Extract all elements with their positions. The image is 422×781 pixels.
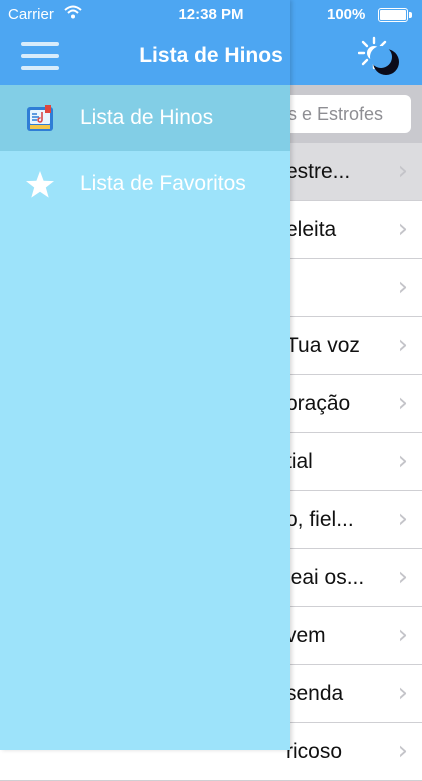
hymn-title: vem — [286, 624, 326, 647]
chevron-right-icon: › — [397, 446, 408, 476]
chevron-right-icon: › — [397, 620, 408, 650]
chevron-right-icon: › — [397, 504, 408, 534]
hymn-title: senda — [286, 682, 344, 705]
chevron-right-icon: › — [397, 678, 408, 708]
drawer-item-label: Lista de Hinos — [80, 106, 214, 129]
chevron-right-icon: › — [397, 562, 408, 592]
hymn-title: eleita — [286, 218, 337, 241]
chevron-right-icon: › — [397, 736, 408, 766]
hymn-title: tial — [286, 450, 313, 473]
chevron-right-icon: › — [397, 388, 408, 418]
chevron-right-icon: › — [397, 272, 408, 302]
hymn-title: Tua voz — [286, 334, 360, 357]
drawer-item-favorites[interactable]: Lista de Favoritos — [0, 151, 290, 217]
status-bar: Carrier 12:38 PM 100% — [0, 0, 422, 32]
drawer-item-label: Lista de Favoritos — [80, 172, 246, 195]
battery-percentage: 100% — [327, 6, 366, 23]
hymn-title: estre... — [286, 160, 351, 183]
star-icon — [26, 171, 54, 198]
chevron-right-icon: › — [397, 156, 408, 186]
chevron-right-icon: › — [397, 330, 408, 360]
hymn-title: jeai os... — [286, 566, 365, 589]
hymn-title — [286, 259, 382, 316]
hymn-title: ricoso — [286, 740, 343, 763]
drawer-item-hymn-list[interactable]: Lista de Hinos — [0, 85, 290, 151]
battery-icon — [378, 8, 412, 22]
hymn-title: o, fiel... — [286, 508, 354, 531]
side-drawer: Lista de Hinos Lista de Favoritos — [0, 0, 290, 750]
hymn-book-icon — [27, 105, 53, 131]
chevron-right-icon: › — [397, 214, 408, 244]
hymn-title: oração — [286, 392, 351, 415]
page-title: Lista de Hinos — [139, 44, 283, 67]
